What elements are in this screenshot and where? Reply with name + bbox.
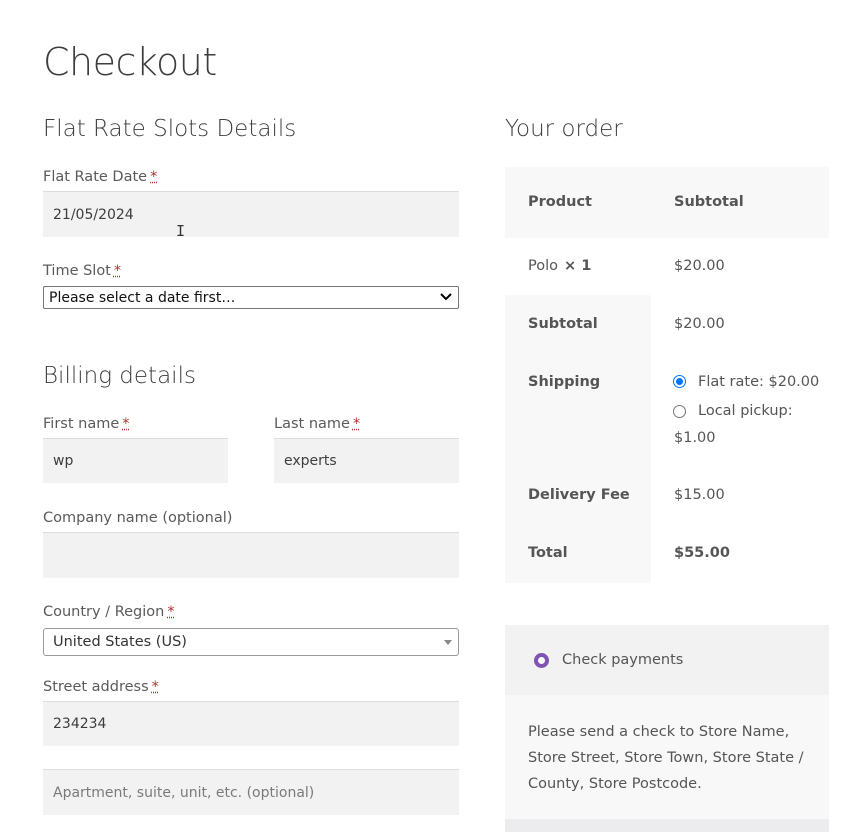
street-address-label-text: Street address [43, 679, 149, 695]
payment-radio-selected-icon[interactable] [534, 653, 549, 668]
street-address-label: Street address * [43, 679, 159, 695]
country-selected-value: United States (US) [53, 634, 187, 650]
last-name-input[interactable]: experts [274, 438, 459, 483]
country-select[interactable]: United States (US) [43, 628, 459, 656]
caret-down-icon [444, 640, 452, 645]
payment-method-row[interactable]: Check payments [505, 625, 829, 695]
subtotal-value: $20.00 [674, 316, 725, 332]
shipping-local-pickup-label[interactable]: Local pickup: [698, 403, 793, 419]
text-cursor-icon: I [176, 222, 186, 240]
first-name-input[interactable]: wp [43, 438, 228, 483]
shipping-local-pickup-radio[interactable] [673, 405, 686, 418]
shipping-flat-rate-radio[interactable] [673, 375, 686, 388]
billing-section-title: Billing details [43, 363, 196, 389]
required-mark: * [151, 679, 159, 695]
required-mark: * [122, 416, 130, 432]
payment-description: Please send a check to Store Name, Store… [528, 724, 804, 792]
cart-item-name: Polo [528, 258, 558, 274]
flat-rate-date-label: Flat Rate Date * [43, 169, 157, 185]
last-name-label-text: Last name [274, 416, 350, 432]
country-label-text: Country / Region [43, 604, 165, 620]
shipping-label: Shipping [528, 374, 601, 390]
time-slot-label: Time Slot * [43, 263, 121, 279]
order-table-footer-labels [505, 295, 651, 583]
company-name-label: Company name (optional) [43, 510, 233, 526]
cart-item-total: $20.00 [674, 258, 725, 274]
payment-method-label[interactable]: Check payments [562, 652, 683, 668]
order-section-title: Your order [505, 116, 623, 142]
time-slot-label-text: Time Slot [43, 263, 111, 279]
time-slot-select[interactable]: Please select a date first… [43, 286, 459, 309]
flat-rate-date-label-text: Flat Rate Date [43, 169, 148, 185]
required-mark: * [150, 169, 158, 185]
flat-rate-date-input[interactable]: 21/05/2024 [43, 191, 459, 237]
required-mark: * [113, 263, 122, 279]
first-name-label-text: First name [43, 416, 120, 432]
street-address-input[interactable]: 234234 [43, 701, 459, 746]
total-label: Total [528, 545, 568, 561]
delivery-fee-value: $15.00 [674, 487, 725, 503]
subtotal-label: Subtotal [528, 316, 598, 332]
shipping-local-pickup-price: $1.00 [674, 430, 716, 446]
slots-section-title: Flat Rate Slots Details [43, 116, 297, 142]
column-subtotal-header: Subtotal [674, 194, 744, 210]
column-product-header: Product [528, 194, 592, 210]
chevron-down-icon [440, 292, 452, 305]
last-name-label: Last name * [274, 416, 360, 432]
page-title: Checkout [43, 40, 217, 84]
country-label: Country / Region * [43, 604, 175, 620]
shipping-flat-rate-label[interactable]: Flat rate: $20.00 [698, 374, 819, 390]
cart-item-quantity: × 1 [564, 258, 592, 274]
delivery-fee-label: Delivery Fee [528, 487, 630, 503]
apartment-input[interactable]: Apartment, suite, unit, etc. (optional) [43, 769, 459, 815]
company-name-input[interactable] [43, 532, 459, 578]
first-name-label: First name * [43, 416, 130, 432]
required-mark: * [352, 416, 361, 432]
total-value: $55.00 [674, 545, 730, 561]
required-mark: * [167, 604, 175, 620]
time-slot-selected-value: Please select a date first… [49, 289, 236, 306]
payment-box-footer [505, 819, 829, 832]
payment-methods: Check payments Please send a check to St… [505, 625, 829, 832]
